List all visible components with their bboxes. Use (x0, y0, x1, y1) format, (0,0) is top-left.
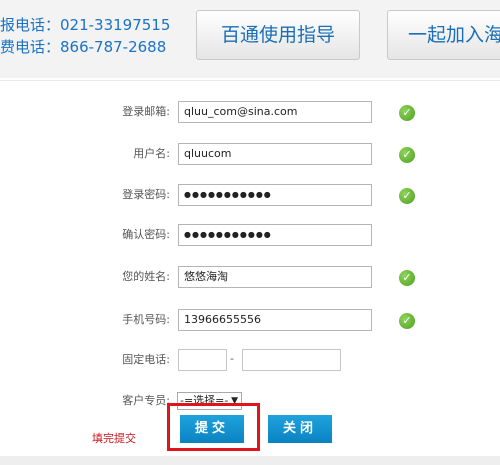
confirm-password-input[interactable]: ●●●●●●●●●●● (178, 224, 372, 246)
landline-number-input[interactable] (242, 349, 341, 371)
check-circle-icon: ✓ (399, 313, 415, 329)
mobile-label: 手机号码: (122, 313, 170, 326)
header-bar: 报电话：021-33197515 费电话：866-787-2688 百通使用指导… (0, 0, 500, 78)
password-input[interactable]: ●●●●●●●●●●● (178, 184, 372, 206)
area-code-input[interactable] (178, 349, 227, 371)
phone-separator: - (230, 352, 234, 365)
username-input[interactable]: qluucom (178, 143, 372, 165)
check-circle-icon: ✓ (399, 270, 415, 286)
check-circle-icon: ✓ (399, 188, 415, 204)
confirm-password-label: 确认密码: (122, 228, 170, 241)
usage-guide-button[interactable]: 百通使用指导 (196, 10, 360, 60)
mobile-input[interactable]: 13966655556 (178, 309, 372, 331)
check-circle-icon: ✓ (399, 105, 415, 121)
email-input[interactable]: qluu_com@sina.com (178, 101, 372, 123)
footer-bar (0, 456, 500, 465)
submit-button[interactable]: 提交 (180, 415, 244, 443)
landline-label: 固定电话: (122, 353, 170, 366)
submit-hint: 填完提交 (92, 432, 136, 445)
name-input[interactable]: 悠悠海淘 (178, 266, 372, 288)
email-label: 登录邮箱: (122, 105, 170, 118)
close-button[interactable]: 关闭 (268, 415, 332, 443)
password-label: 登录密码: (122, 188, 170, 201)
check-circle-icon: ✓ (399, 147, 415, 163)
name-label: 您的姓名: (122, 270, 170, 283)
join-button[interactable]: 一起加入海 (387, 10, 500, 60)
free-phone: 费电话：866-787-2688 (0, 38, 167, 56)
header-divider (0, 80, 500, 81)
support-phone: 报电话：021-33197515 (0, 16, 171, 34)
username-label: 用户名: (133, 147, 170, 160)
rep-label: 客户专员: (122, 394, 170, 407)
